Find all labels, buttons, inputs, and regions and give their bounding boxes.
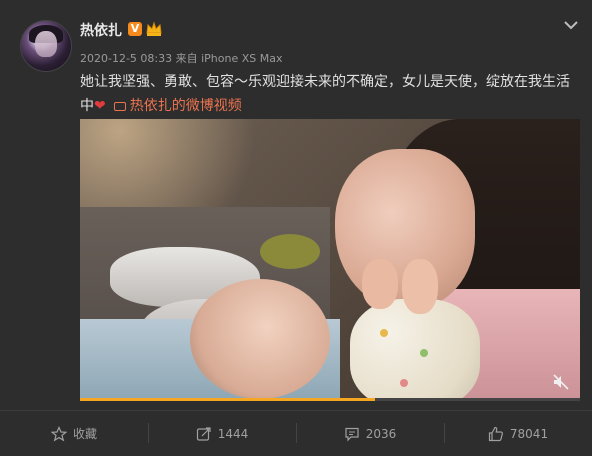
chevron-down-icon[interactable] — [562, 16, 580, 34]
video-link[interactable]: 热依扎的微博视频 — [130, 98, 242, 114]
repost-count: 1444 — [217, 426, 249, 441]
repost-icon — [196, 426, 211, 441]
post-source: 来自 iPhone XS Max — [175, 52, 283, 65]
like-count: 78041 — [509, 426, 549, 441]
dot-decoration — [400, 379, 408, 387]
like-button[interactable]: 78041 — [444, 411, 592, 456]
action-bar: 收藏 1444 2036 78041 — [0, 411, 592, 456]
video-frame-green-pillow — [260, 234, 320, 269]
star-icon — [50, 425, 67, 441]
content-line-1: 她让我坚强、勇敢、包容～乐观迎接未来的不确定，女儿是天使，绽放在我生活 — [80, 74, 570, 90]
favorite-label: 收藏 — [72, 427, 97, 441]
video-frame-baby-body — [350, 299, 480, 401]
comment-count: 2036 — [365, 426, 397, 441]
post-meta: 2020-12-5 08:33 来自 iPhone XS Max — [80, 50, 283, 66]
dot-decoration — [380, 329, 388, 337]
post-content: 她让我坚强、勇敢、包容～乐观迎接未来的不确定，女儿是天使，绽放在我生活 中❤ 热依… — [80, 70, 580, 118]
comment-icon — [345, 427, 359, 441]
content-line-2: 中❤ 热依扎的微博视频 — [80, 94, 580, 118]
video-progress-fill — [80, 398, 375, 401]
video-link-icon — [113, 102, 126, 111]
avatar-face — [35, 31, 57, 57]
post-timestamp[interactable]: 2020-12-5 08:33 — [80, 52, 172, 65]
video-frame-baby-head — [190, 279, 330, 399]
thumbs-up-icon — [488, 426, 503, 441]
mute-icon[interactable] — [552, 373, 570, 391]
repost-button[interactable]: 1444 — [148, 411, 296, 456]
favorite-button[interactable]: 收藏 — [0, 411, 148, 456]
crown-member-icon — [146, 21, 162, 36]
content-line-2-prefix: 中 — [80, 98, 94, 114]
video-frame-hand-2 — [402, 259, 438, 314]
avatar[interactable] — [20, 20, 72, 72]
video-frame-hand — [362, 259, 398, 309]
verified-badge-icon: V — [128, 22, 142, 36]
dot-decoration — [420, 349, 428, 357]
comment-button[interactable]: 2036 — [296, 411, 444, 456]
video-progress-bar[interactable] — [80, 398, 580, 401]
username[interactable]: 热依扎 — [80, 20, 122, 40]
weibo-post-card: 热依扎 V 2020-12-5 08:33 来自 iPhone XS Max 她… — [0, 0, 592, 456]
heart-emoji-icon: ❤ — [94, 98, 106, 114]
video-player[interactable] — [80, 119, 580, 401]
